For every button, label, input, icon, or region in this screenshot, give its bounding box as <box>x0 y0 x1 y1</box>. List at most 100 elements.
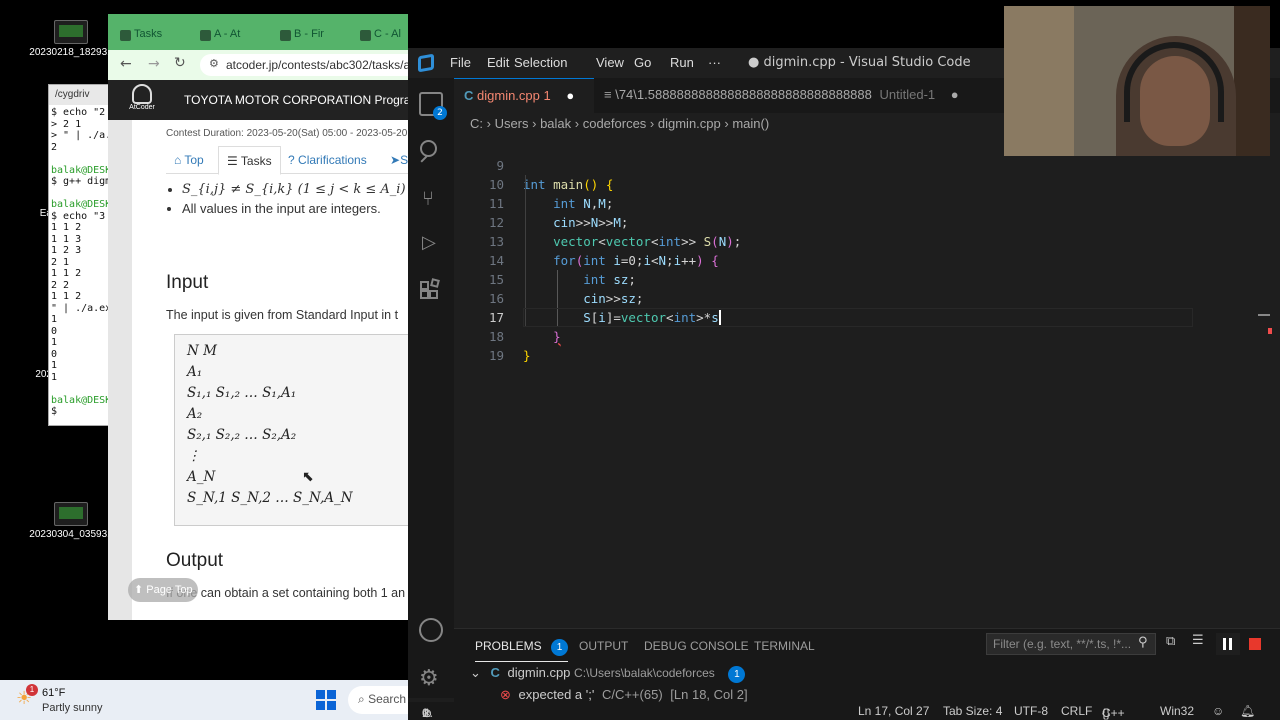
problem-item[interactable]: ⊗ expected a ';' C/C++(65) [Ln 18, Col 2… <box>500 687 748 703</box>
feedback-icon[interactable]: ☺ <box>1212 704 1224 718</box>
cpp-file-icon: C <box>464 88 474 103</box>
code-line: cin>>N>>M; <box>553 215 629 230</box>
breadcrumb-item[interactable]: C: <box>470 116 483 131</box>
nav-clarifications[interactable]: ? Clarifications <box>288 153 367 167</box>
collapse-all-icon[interactable]: ⧉ <box>1166 634 1175 649</box>
terminal-titlebar[interactable]: /cygdriv <box>49 85 109 105</box>
arrow-up-icon: ⬆ <box>134 584 144 596</box>
status-position[interactable]: Ln 17, Col 27 <box>858 704 929 718</box>
browser-tab[interactable]: B - Fir <box>276 22 352 50</box>
status-bar: ⊗ 1 ⚠ 0 Ln 17, Col 27 Tab Size: 4 UTF-8 … <box>408 702 1280 720</box>
breadcrumb-item[interactable]: digmin.cpp <box>658 116 721 131</box>
windows-start-icon[interactable] <box>316 690 336 710</box>
terminal-line: $ g++ digm <box>51 176 110 187</box>
terminal-line: $ <box>51 406 58 417</box>
menu-item[interactable]: ··· <box>708 55 721 70</box>
windows-taskbar: ☀ 1 61°F Partly sunny ⌕ Search <box>0 680 408 720</box>
status-tab-size[interactable]: Tab Size: 4 <box>943 704 1002 718</box>
status-platform[interactable]: Win32 <box>1160 704 1194 718</box>
site-info-icon[interactable]: ⚙ <box>209 57 219 70</box>
tab-problems[interactable]: PROBLEMS 1 <box>475 639 569 662</box>
current-line-highlight <box>523 308 1193 327</box>
browser-tab[interactable]: A - At <box>196 22 272 50</box>
tab-untitled-file[interactable]: ≡ \74\1.5888888888888888888888888888888 … <box>594 78 990 113</box>
view-as-list-icon[interactable]: ☰ <box>1192 633 1204 648</box>
extensions-icon[interactable] <box>420 278 440 302</box>
breadcrumb-item[interactable]: codeforces <box>583 116 647 131</box>
pause-button[interactable] <box>1216 633 1240 655</box>
unsaved-dot-icon[interactable]: ● <box>566 88 574 103</box>
tab-label: B - Fir <box>294 28 324 40</box>
terminal-line: 0 <box>51 348 58 360</box>
menu-item[interactable]: Go <box>634 55 651 70</box>
status-eol[interactable]: CRLF <box>1061 704 1092 718</box>
search-icon[interactable] <box>420 140 437 157</box>
reload-icon[interactable]: ↻ <box>174 55 186 71</box>
atcoder-logo[interactable]: AtCoder <box>122 82 162 118</box>
indent-guide <box>525 175 526 327</box>
terminal-line: 1 2 3 <box>51 245 82 256</box>
terminal-line: 0 <box>51 325 58 337</box>
tab-favicon-icon <box>360 30 371 41</box>
nav-tasks[interactable]: ☰ Tasks <box>218 146 281 175</box>
menu-item[interactable]: Selection <box>514 55 567 70</box>
browser-window[interactable]: TasksA - AtB - FirC - AlF - MeMy SuD - I… <box>108 14 408 620</box>
back-icon[interactable]: ← <box>120 56 132 72</box>
unsaved-dot-icon[interactable]: ● <box>951 87 959 102</box>
menu-item[interactable]: Edit <box>487 55 509 70</box>
scrollbar-marker[interactable] <box>1258 314 1270 316</box>
laurel-icon <box>132 84 152 104</box>
breadcrumb-item[interactable]: balak <box>540 116 571 131</box>
breadcrumb-item[interactable]: main() <box>732 116 769 131</box>
menu-item[interactable]: File <box>450 55 471 70</box>
problem-file-row[interactable]: ⌄ C digmin.cpp C:\Users\balak\codeforces… <box>470 665 746 683</box>
tab-terminal[interactable]: TERMINAL <box>754 639 815 653</box>
code-line: } <box>523 348 531 363</box>
address-bar[interactable]: ⚙ atcoder.jp/contests/abc302/tasks/a <box>200 54 408 76</box>
desktop-icon-partial-2[interactable]: 202 <box>0 369 52 380</box>
terminal-line: 1 1 2 <box>51 268 82 279</box>
page-top-button[interactable]: ⬆ Page Top <box>128 578 198 602</box>
video-thumbnail-icon <box>54 502 88 526</box>
contest-title: TOYOTA MOTOR CORPORATION Programming <box>184 93 408 107</box>
stop-recording-button[interactable] <box>1249 638 1261 650</box>
nav-top[interactable]: ⌂ Top <box>174 153 204 167</box>
code-line: int sz; <box>583 272 636 287</box>
tab-digmin-cpp[interactable]: C digmin.cpp 1 ● <box>454 78 594 113</box>
run-debug-icon[interactable]: ▷ <box>422 232 436 253</box>
source-control-icon[interactable]: ⑂ <box>422 186 434 210</box>
nav-submit[interactable]: ➤S <box>390 153 408 167</box>
tab-label: C - Al <box>374 28 401 40</box>
line-number-gutter: 9 10 11 12 13 14 15 16 17 18 19 <box>454 156 504 365</box>
output-description: If one can obtain a set containing both … <box>166 586 406 600</box>
menu-item[interactable]: View <box>596 55 624 70</box>
forward-icon[interactable]: → <box>148 56 160 72</box>
browser-tab[interactable]: C - Al <box>356 22 408 50</box>
problems-count-badge: 1 <box>551 639 569 656</box>
vscode-logo-icon <box>418 53 434 73</box>
tab-label: A - At <box>214 28 241 40</box>
breadcrumb-item[interactable]: Users <box>495 116 529 131</box>
line-number: 16 <box>488 291 504 306</box>
desktop-icon-video-2[interactable]: 20230304_035931 <box>26 502 116 540</box>
taskbar-search[interactable]: ⌕ Search <box>348 686 408 714</box>
terminal-window[interactable]: /cygdriv $ echo "2 > 2 1 > " | ./a. 2 ba… <box>48 84 110 426</box>
code-line: for(int i=0;i<N;i++) { <box>553 253 719 268</box>
tab-debug-console[interactable]: DEBUG CONSOLE <box>644 639 749 653</box>
code-editor[interactable]: int main() { int N,M; cin>>N>>M; vector<… <box>523 156 1223 365</box>
video-thumbnail-icon <box>54 20 88 44</box>
status-encoding[interactable]: UTF-8 <box>1014 704 1048 718</box>
menu-item[interactable]: Run <box>670 55 694 70</box>
terminal-line: 2 <box>51 141 58 153</box>
terminal-line: $ echo "2 <box>51 107 106 118</box>
settings-gear-icon[interactable]: ⚙ <box>419 666 439 691</box>
webcam-doorframe <box>1234 6 1270 156</box>
tab-output[interactable]: OUTPUT <box>579 639 628 653</box>
desktop-icon-video-1[interactable]: 20230218_182931 <box>26 20 116 58</box>
filter-icon[interactable]: ⚲ <box>1138 635 1148 650</box>
bell-icon[interactable]: 🔔︎ <box>1240 704 1255 718</box>
accounts-icon[interactable] <box>419 618 443 642</box>
problems-filter-input[interactable]: Filter (e.g. text, **/*.ts, !*... <box>986 633 1156 655</box>
chevron-right-icon: › <box>528 116 541 131</box>
browser-tab[interactable]: Tasks <box>116 22 192 50</box>
